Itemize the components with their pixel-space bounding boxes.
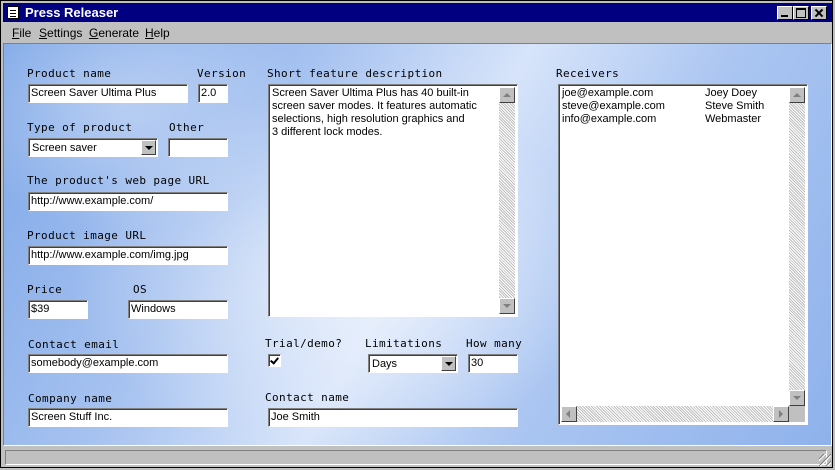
app-window: Press Releaser File Settings Generate He… — [0, 0, 833, 468]
limitations-label: Limitations — [365, 337, 443, 350]
price-input[interactable]: $39 — [28, 300, 88, 319]
chevron-down-icon[interactable] — [441, 356, 456, 371]
scroll-down-icon[interactable] — [499, 298, 515, 314]
other-label: Other — [169, 121, 205, 134]
scroll-up-icon[interactable] — [789, 87, 805, 103]
contact-email-label: Contact email — [28, 338, 120, 351]
contact-name-label: Contact name — [265, 391, 350, 404]
os-input[interactable]: Windows — [128, 300, 228, 319]
minimize-button[interactable] — [777, 6, 793, 20]
image-url-label: Product image URL — [27, 229, 147, 242]
contact-name-input[interactable]: Joe Smith — [268, 408, 518, 427]
scroll-up-icon[interactable] — [499, 87, 515, 103]
menu-help[interactable]: Help — [145, 26, 170, 40]
menu-settings[interactable]: Settings — [39, 26, 82, 40]
scroll-right-icon[interactable] — [773, 406, 789, 422]
chevron-down-icon[interactable] — [141, 140, 156, 155]
contact-email-input[interactable]: somebody@example.com — [28, 354, 228, 373]
list-item[interactable]: joe@example.com Joey Doey — [562, 87, 757, 100]
web-url-label: The product's web page URL — [27, 174, 210, 187]
description-text: Screen Saver Ultima Plus has 40 built-in… — [272, 87, 477, 138]
document-icon[interactable] — [7, 6, 19, 19]
scrollbar-corner — [789, 406, 805, 422]
description-textarea[interactable]: Screen Saver Ultima Plus has 40 built-in… — [268, 84, 518, 317]
version-input[interactable]: 2.0 — [198, 84, 228, 103]
limitations-value: Days — [372, 358, 398, 370]
product-name-label: Product name — [27, 67, 112, 80]
trial-label: Trial/demo? — [265, 337, 343, 350]
product-name-input[interactable]: Screen Saver Ultima Plus — [28, 84, 188, 103]
os-label: OS — [133, 283, 148, 296]
product-type-value: Screen saver — [32, 142, 97, 154]
menu-file[interactable]: File — [12, 26, 31, 40]
list-item[interactable]: info@example.com Webmaster — [562, 113, 761, 126]
description-scrollbar[interactable] — [499, 87, 515, 314]
image-url-input[interactable]: http://www.example.com/img.jpg — [28, 246, 228, 265]
company-name-label: Company name — [28, 392, 113, 405]
receivers-vertical-scrollbar[interactable] — [789, 87, 805, 406]
close-button[interactable] — [811, 6, 827, 20]
company-name-input[interactable]: Screen Stuff Inc. — [28, 408, 228, 427]
trial-checkbox[interactable] — [268, 354, 281, 367]
web-url-input[interactable]: http://www.example.com/ — [28, 192, 228, 211]
form-panel: Product name Screen Saver Ultima Plus Ve… — [3, 43, 832, 446]
product-type-select[interactable]: Screen saver — [28, 138, 158, 157]
how-many-input[interactable]: 30 — [468, 354, 518, 373]
receivers-list[interactable]: joe@example.com Joey Doey steve@example.… — [558, 84, 808, 425]
list-item[interactable]: steve@example.com Steve Smith — [562, 100, 764, 113]
product-type-label: Type of product — [27, 121, 133, 134]
how-many-label: How many — [466, 337, 523, 350]
other-input[interactable] — [168, 138, 228, 157]
status-panel — [5, 450, 827, 465]
scroll-down-icon[interactable] — [789, 390, 805, 406]
menu-generate[interactable]: Generate — [89, 26, 139, 40]
description-label: Short feature description — [267, 67, 443, 80]
maximize-button[interactable] — [793, 6, 809, 20]
scroll-left-icon[interactable] — [561, 406, 577, 422]
status-bar — [3, 448, 832, 467]
receivers-label: Receivers — [556, 67, 620, 80]
limitations-select[interactable]: Days — [368, 354, 458, 373]
price-label: Price — [27, 283, 63, 296]
window-title: Press Releaser — [25, 5, 119, 20]
title-bar[interactable]: Press Releaser — [3, 3, 832, 22]
version-label: Version — [197, 67, 247, 80]
menu-bar: File Settings Generate Help — [3, 23, 832, 42]
receivers-horizontal-scrollbar[interactable] — [561, 406, 789, 422]
resize-grip-icon[interactable] — [819, 454, 831, 466]
